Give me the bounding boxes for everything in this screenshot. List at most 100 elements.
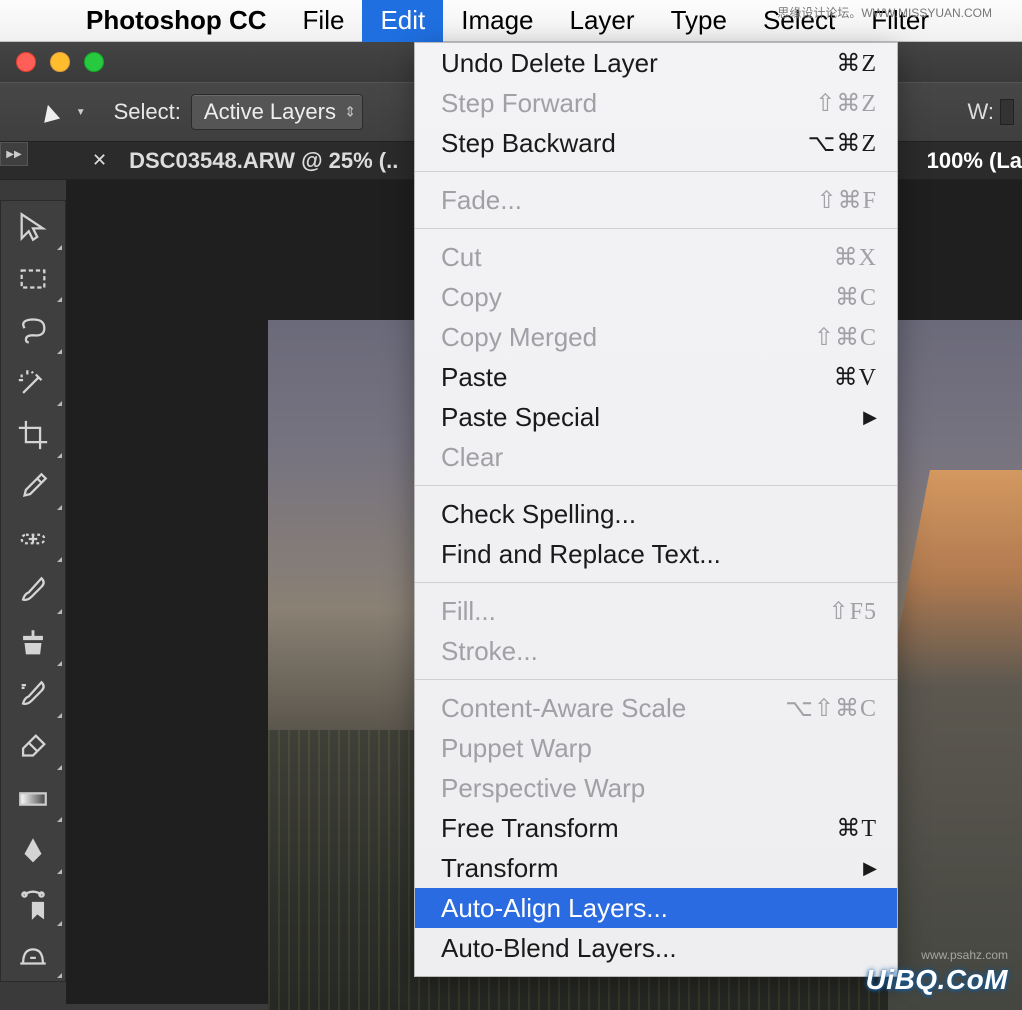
eyedropper-tool[interactable]	[1, 461, 65, 513]
mac-menubar: Photoshop CC File Edit Image Layer Type …	[0, 0, 1022, 42]
menu-item-auto-align-layers[interactable]: Auto-Align Layers...	[415, 888, 897, 928]
menu-item-auto-blend-layers[interactable]: Auto-Blend Layers...	[415, 928, 897, 968]
move-tool[interactable]	[1, 201, 65, 253]
menu-item-label: Free Transform	[441, 813, 836, 844]
document-tab-1[interactable]: DSC03548.ARW @ 25% (..	[129, 148, 398, 174]
menu-item-label: Auto-Align Layers...	[441, 893, 877, 924]
menu-item-transform[interactable]: Transform▶	[415, 848, 897, 888]
menu-item-stroke: Stroke...	[415, 631, 897, 671]
menu-item-copy-merged: Copy Merged⇧⌘C	[415, 317, 897, 357]
watermark-top: 思缘设计论坛。WWW.MISSYUAN.COM	[777, 4, 992, 21]
menu-item-label: Perspective Warp	[441, 773, 877, 804]
edit-menu-dropdown: Undo Delete Layer⌘ZStep Forward⇧⌘ZStep B…	[414, 42, 898, 977]
menu-item-label: Fill...	[441, 596, 829, 627]
menu-item-shortcut: ⌘V	[834, 363, 877, 392]
eraser-tool[interactable]	[1, 721, 65, 773]
menu-item-check-spelling[interactable]: Check Spelling...	[415, 494, 897, 534]
minimize-window-button[interactable]	[50, 52, 70, 72]
menu-item-label: Check Spelling...	[441, 499, 877, 530]
submenu-arrow-icon: ▶	[863, 407, 877, 428]
menu-item-label: Stroke...	[441, 636, 877, 667]
history-brush-tool[interactable]	[1, 669, 65, 721]
crop-tool[interactable]	[1, 409, 65, 461]
menu-item-label: Paste	[441, 362, 834, 393]
menu-item-shortcut: ⌘X	[834, 243, 877, 272]
menu-item-label: Transform	[441, 853, 877, 884]
menu-item-clear: Clear	[415, 437, 897, 477]
menu-separator	[415, 679, 897, 680]
healing-brush-tool[interactable]	[1, 513, 65, 565]
path-selection-tool[interactable]	[1, 877, 65, 929]
menu-item-shortcut: ⌘C	[835, 283, 877, 312]
menu-separator	[415, 171, 897, 172]
menu-item-cut: Cut⌘X	[415, 237, 897, 277]
close-window-button[interactable]	[16, 52, 36, 72]
width-input[interactable]	[1000, 99, 1014, 125]
watermark-url: www.psahz.com	[921, 948, 1008, 962]
menu-item-shortcut: ⇧⌘Z	[815, 89, 877, 118]
document-tab-2[interactable]: 100% (La	[927, 148, 1022, 174]
menu-item-label: Auto-Blend Layers...	[441, 933, 877, 964]
menu-item-label: Undo Delete Layer	[441, 48, 836, 79]
menu-item-shortcut: ⇧⌘F	[817, 186, 877, 215]
menu-item-shortcut: ⌥⌘Z	[808, 129, 877, 158]
pen-tool[interactable]	[1, 825, 65, 877]
menu-item-content-aware-scale: Content-Aware Scale⌥⇧⌘C	[415, 688, 897, 728]
brush-tool[interactable]	[1, 565, 65, 617]
tools-panel	[0, 200, 66, 982]
menu-separator	[415, 582, 897, 583]
menu-layer[interactable]: Layer	[552, 0, 653, 42]
menu-type[interactable]: Type	[653, 0, 745, 42]
width-label: W:	[968, 99, 994, 125]
menu-item-label: Puppet Warp	[441, 733, 877, 764]
menu-image[interactable]: Image	[443, 0, 551, 42]
menu-item-shortcut: ⇧⌘C	[814, 323, 877, 352]
menu-item-label: Find and Replace Text...	[441, 539, 877, 570]
menu-item-label: Copy	[441, 282, 835, 313]
gradient-tool[interactable]	[1, 773, 65, 825]
menu-item-label: Copy Merged	[441, 322, 814, 353]
menu-item-perspective-warp: Perspective Warp	[415, 768, 897, 808]
menu-item-step-forward: Step Forward⇧⌘Z	[415, 83, 897, 123]
menu-item-label: Clear	[441, 442, 877, 473]
tab-close-icon[interactable]: ✕	[92, 150, 107, 171]
menu-item-shortcut: ⇧F5	[829, 597, 877, 626]
menu-item-label: Cut	[441, 242, 834, 273]
watermark-logo: UiBQ.CoM	[866, 964, 1008, 996]
lasso-tool[interactable]	[1, 305, 65, 357]
select-label: Select:	[114, 99, 181, 125]
menu-item-label: Step Forward	[441, 88, 815, 119]
marquee-tool[interactable]	[1, 253, 65, 305]
panel-collapse-icon[interactable]: ▶▶	[0, 142, 28, 166]
menu-item-find-and-replace-text[interactable]: Find and Replace Text...	[415, 534, 897, 574]
select-dropdown[interactable]: Active Layers	[191, 94, 363, 130]
zoom-window-button[interactable]	[84, 52, 104, 72]
submenu-arrow-icon: ▶	[863, 858, 877, 879]
menu-item-puppet-warp: Puppet Warp	[415, 728, 897, 768]
menu-item-step-backward[interactable]: Step Backward⌥⌘Z	[415, 123, 897, 163]
menu-separator	[415, 485, 897, 486]
menu-item-fade: Fade...⇧⌘F	[415, 180, 897, 220]
menu-item-fill: Fill...⇧F5	[415, 591, 897, 631]
menu-edit[interactable]: Edit	[362, 0, 443, 42]
menu-item-paste-special[interactable]: Paste Special▶	[415, 397, 897, 437]
menu-item-label: Content-Aware Scale	[441, 693, 785, 724]
menu-item-label: Fade...	[441, 185, 817, 216]
menu-item-free-transform[interactable]: Free Transform⌘T	[415, 808, 897, 848]
move-tool-icon[interactable]: ▲	[32, 93, 67, 131]
menu-item-shortcut: ⌘T	[836, 814, 877, 843]
menu-item-undo-delete-layer[interactable]: Undo Delete Layer⌘Z	[415, 43, 897, 83]
tool-preset-dropdown-icon[interactable]: ▼	[76, 107, 86, 118]
menu-item-label: Paste Special	[441, 402, 877, 433]
menu-item-shortcut: ⌘Z	[836, 49, 877, 78]
clone-stamp-tool[interactable]	[1, 617, 65, 669]
app-menu[interactable]: Photoshop CC	[68, 0, 285, 42]
menu-item-shortcut: ⌥⇧⌘C	[785, 694, 877, 723]
menu-item-paste[interactable]: Paste⌘V	[415, 357, 897, 397]
menu-item-copy: Copy⌘C	[415, 277, 897, 317]
menu-separator	[415, 228, 897, 229]
menu-item-label: Step Backward	[441, 128, 808, 159]
menu-file[interactable]: File	[285, 0, 363, 42]
custom-shape-tool[interactable]	[1, 929, 65, 981]
magic-wand-tool[interactable]	[1, 357, 65, 409]
